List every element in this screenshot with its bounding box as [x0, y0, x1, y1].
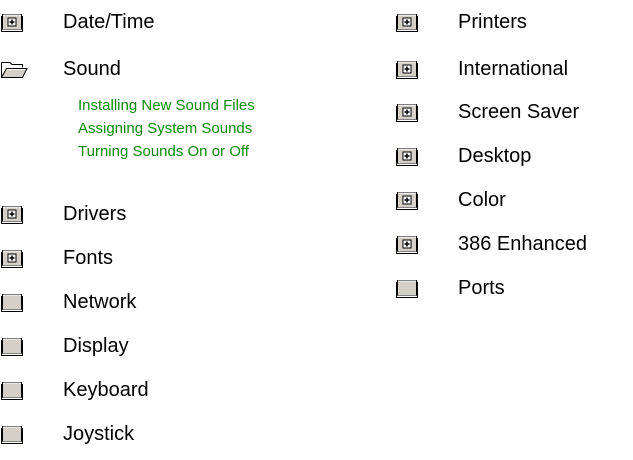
- book-closed-plus-icon: [0, 204, 24, 226]
- book-closed-icon: [0, 424, 24, 446]
- book-closed-plus-icon: [395, 190, 419, 212]
- topic-label: 386 Enhanced: [458, 233, 588, 255]
- book-closed-icon: [395, 278, 419, 300]
- subtopic-link[interactable]: Turning Sounds On or Off: [78, 142, 249, 162]
- topic-label: Keyboard: [63, 379, 149, 401]
- book-closed-icon: [0, 292, 24, 314]
- topic-label: Color: [458, 189, 506, 211]
- topic-label: Ports: [458, 277, 505, 299]
- subtopic-link[interactable]: Assigning System Sounds: [78, 119, 252, 139]
- book-closed-icon: [0, 336, 24, 358]
- topic-label: Date/Time: [63, 11, 155, 33]
- subtopic-link[interactable]: Installing New Sound Files: [78, 96, 255, 116]
- topic-label: Printers: [458, 11, 527, 33]
- topic-label: Desktop: [458, 145, 532, 167]
- topic-label: International: [458, 58, 569, 80]
- topic-label: Sound: [63, 58, 121, 80]
- topic-label: Fonts: [63, 247, 114, 269]
- book-closed-plus-icon: [395, 59, 419, 81]
- topic-label: Screen Saver: [458, 101, 580, 123]
- book-closed-plus-icon: [395, 146, 419, 168]
- book-open-icon: [0, 59, 28, 81]
- book-closed-plus-icon: [395, 12, 419, 34]
- topic-label: Display: [63, 335, 129, 357]
- topic-label: Network: [63, 291, 137, 313]
- book-closed-plus-icon: [0, 248, 24, 270]
- book-closed-plus-icon: [395, 102, 419, 124]
- book-closed-icon: [0, 380, 24, 402]
- topic-label: Drivers: [63, 203, 127, 225]
- book-closed-plus-icon: [395, 234, 419, 256]
- topic-label: Joystick: [63, 423, 135, 445]
- book-closed-plus-icon: [0, 12, 24, 34]
